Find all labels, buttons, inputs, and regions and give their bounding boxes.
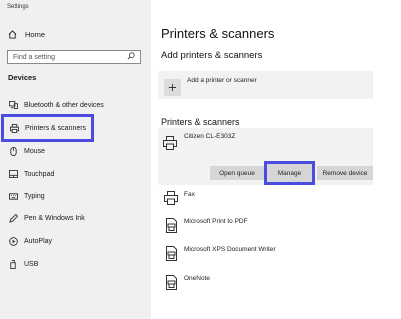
printers-section-heading: Printers & scanners [161, 117, 240, 127]
sidebar-item-label: Printers & scanners [25, 124, 87, 132]
add-section-heading: Add printers & scanners [161, 50, 263, 61]
sidebar: Settings Home Find a setting Devices Blu… [0, 0, 151, 319]
add-printer-label: Add a printer or scanner [187, 77, 257, 84]
usb-icon [8, 259, 18, 269]
page-title: Printers & scanners [161, 26, 275, 41]
keyboard-icon [8, 192, 18, 200]
mouse-icon [8, 146, 18, 156]
search-icon[interactable] [127, 52, 135, 60]
sidebar-item-pen[interactable]: Pen & Windows Ink [8, 212, 85, 224]
sidebar-item-label: Mouse [24, 147, 46, 155]
sidebar-item-label: Bluetooth & other devices [24, 101, 104, 109]
sidebar-section-title: Devices [8, 73, 37, 82]
window-title: Settings [7, 4, 29, 10]
printer-icon [163, 190, 179, 206]
sidebar-item-mouse[interactable]: Mouse [8, 145, 45, 157]
device-item-fax[interactable]: Fax [163, 190, 195, 206]
sidebar-item-autoplay[interactable]: AutoPlay [8, 235, 52, 247]
manage-button[interactable]: Manage [264, 161, 315, 185]
sidebar-item-label: AutoPlay [24, 237, 53, 245]
open-queue-button[interactable]: Open queue [210, 166, 264, 180]
bluetooth-devices-icon [8, 101, 18, 109]
autoplay-icon [8, 236, 18, 246]
touchpad-icon [8, 170, 18, 178]
device-name: Microsoft Print to PDF [184, 218, 248, 225]
onenote-printer-icon [163, 274, 179, 290]
home-icon [8, 29, 18, 39]
sidebar-item-usb[interactable]: USB [8, 258, 38, 270]
sidebar-item-label: Home [25, 29, 46, 39]
device-item-print-to-pdf[interactable]: Microsoft Print to PDF [163, 217, 248, 233]
device-name: Microsoft XPS Document Writer [184, 246, 276, 253]
search-placeholder: Find a setting [13, 53, 56, 61]
sidebar-item-label: Pen & Windows Ink [24, 214, 85, 222]
xps-printer-icon [163, 245, 179, 261]
printer-icon [163, 136, 177, 150]
sidebar-item-label: USB [24, 260, 39, 268]
device-item-xps-writer[interactable]: Microsoft XPS Document Writer [163, 245, 276, 261]
sidebar-item-touchpad[interactable]: Touchpad [8, 168, 54, 180]
remove-device-button[interactable]: Remove device [317, 166, 373, 180]
printer-name: Citizen CL-E303Z [184, 133, 236, 140]
device-name: Fax [184, 191, 195, 198]
main-content: Printers & scanners Add printers & scann… [151, 0, 401, 319]
sidebar-item-bluetooth[interactable]: Bluetooth & other devices [8, 99, 104, 111]
pen-icon [8, 213, 18, 223]
device-name: OneNote [184, 275, 211, 282]
selected-printer-card[interactable]: Citizen CL-E303Z Open queue Manage Remov… [158, 128, 373, 185]
sidebar-item-printers[interactable]: Printers & scanners [1, 114, 94, 142]
device-item-onenote[interactable]: OneNote [163, 274, 210, 290]
plus-icon [164, 79, 181, 96]
sidebar-item-label: Touchpad [24, 170, 55, 178]
printer-icon [9, 123, 19, 133]
pdf-printer-icon [163, 217, 179, 233]
sidebar-item-home[interactable]: Home [8, 28, 45, 40]
sidebar-item-typing[interactable]: Typing [8, 190, 45, 202]
sidebar-item-label: Typing [24, 192, 45, 200]
search-input[interactable]: Find a setting [7, 50, 141, 64]
add-printer-button[interactable]: Add a printer or scanner [158, 71, 373, 99]
